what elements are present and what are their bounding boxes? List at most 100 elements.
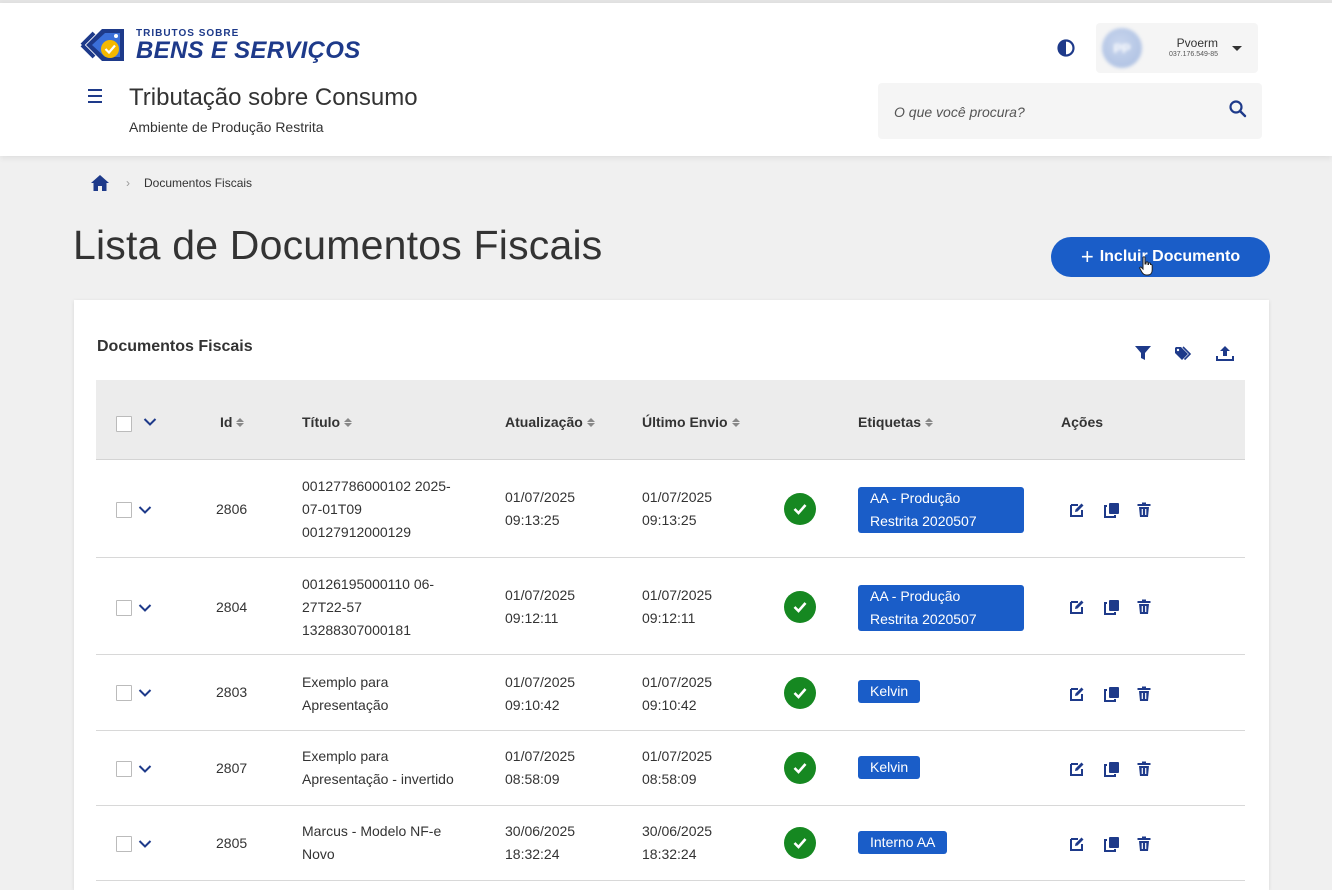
user-menu[interactable]: PP Pvoerm 037.176.549-85: [1096, 23, 1258, 73]
brand-logo[interactable]: TRIBUTOS SOBRE BENS E SERVIÇOS: [80, 23, 361, 67]
time-line: 18:32:24: [505, 846, 560, 862]
table-row[interactable]: 2806 00127786000102 2025- 07-01T09 00127…: [96, 460, 1245, 558]
copy-icon[interactable]: [1104, 502, 1120, 518]
row-checkbox[interactable]: [116, 502, 132, 518]
row-title[interactable]: 00127786000102 2025- 07-01T09 0012791200…: [302, 475, 472, 544]
date-line: 30/06/2025: [505, 823, 576, 839]
column-id[interactable]: Id: [220, 414, 245, 430]
time-line: 09:13:25: [642, 512, 697, 528]
row-checkbox[interactable]: [116, 685, 132, 701]
row-tag[interactable]: Interno AA: [858, 831, 948, 854]
trash-icon[interactable]: [1136, 502, 1152, 518]
row-tag[interactable]: AA - Produção Restrita 2020507: [858, 585, 1024, 631]
row-title[interactable]: Exemplo para Apresentação: [302, 671, 472, 717]
copy-icon[interactable]: [1104, 686, 1120, 702]
copy-icon[interactable]: [1104, 761, 1120, 777]
chevron-down-icon[interactable]: [143, 417, 157, 427]
brand-line-2: BENS E SERVIÇOS: [136, 36, 361, 64]
tags-icon[interactable]: [1174, 345, 1192, 361]
row-title-line: 07-01T09: [302, 501, 362, 517]
row-title-line: 13288307000181: [302, 622, 412, 638]
row-tag[interactable]: Kelvin: [858, 680, 921, 703]
date-line: 01/07/2025: [505, 489, 576, 505]
column-atualizacao[interactable]: Atualização: [505, 414, 595, 430]
edit-icon[interactable]: [1069, 836, 1085, 852]
edit-icon[interactable]: [1069, 686, 1085, 702]
add-document-label: Incluir Documento: [1099, 248, 1241, 265]
chevron-down-icon[interactable]: [138, 688, 152, 698]
date-line: 01/07/2025: [505, 748, 576, 764]
time-line: 09:12:11: [642, 610, 696, 626]
table-row[interactable]: 2804 00126195000110 06- 27T22-57 1328830…: [96, 558, 1245, 655]
column-titulo[interactable]: Título: [302, 414, 353, 430]
time-line: 09:10:42: [642, 697, 697, 713]
time-line: 18:32:24: [642, 846, 697, 862]
edit-icon[interactable]: [1069, 761, 1085, 777]
caret-down-icon[interactable]: [1232, 45, 1242, 51]
row-title[interactable]: 00126195000110 06- 27T22-57 132883070001…: [302, 573, 472, 642]
trash-icon[interactable]: [1136, 686, 1152, 702]
column-id-label: Id: [220, 414, 233, 430]
filter-icon[interactable]: [1134, 345, 1152, 361]
row-title-line: Marcus - Modelo NF-e: [302, 823, 442, 839]
card-title: Documentos Fiscais: [97, 338, 253, 355]
row-title-line: 00126195000110 06-: [302, 576, 435, 592]
row-tag[interactable]: AA - Produção Restrita 2020507: [858, 487, 1024, 533]
date-line: 01/07/2025: [505, 587, 576, 603]
row-tag[interactable]: Kelvin: [858, 756, 921, 779]
row-atualizacao: 01/07/2025 09:12:11: [505, 584, 605, 630]
row-atualizacao: 01/07/2025 09:10:42: [505, 671, 605, 717]
sort-icon: [731, 417, 740, 427]
sort-icon: [925, 417, 934, 427]
copy-icon[interactable]: [1104, 836, 1120, 852]
contrast-toggle-icon[interactable]: [1056, 38, 1076, 58]
row-title[interactable]: Marcus - Modelo NF-e Novo: [302, 820, 472, 866]
row-title-line: 00127912000129: [302, 524, 412, 540]
table-row[interactable]: 2807 Exemplo para Apresentação - inverti…: [96, 731, 1245, 806]
row-checkbox[interactable]: [116, 836, 132, 852]
environment-label: Ambiente de Produção Restrita: [129, 119, 324, 135]
row-checkbox[interactable]: [116, 600, 132, 616]
search-input[interactable]: [894, 101, 1214, 123]
row-id: 2803: [216, 684, 248, 700]
row-checkbox[interactable]: [116, 761, 132, 777]
time-line: 08:58:09: [642, 771, 697, 787]
chevron-down-icon[interactable]: [138, 764, 152, 774]
table-row[interactable]: 2803 Exemplo para Apresentação 01/07/202…: [96, 655, 1245, 731]
edit-icon[interactable]: [1069, 502, 1085, 518]
row-title[interactable]: Exemplo para Apresentação - invertido: [302, 745, 492, 791]
time-line: 09:13:25: [505, 512, 560, 528]
breadcrumb-current: Documentos Fiscais: [144, 176, 253, 190]
chevron-down-icon[interactable]: [138, 603, 152, 613]
hamburger-menu-icon[interactable]: [88, 89, 106, 105]
success-status-icon: [784, 493, 816, 525]
table-row[interactable]: 2805 Marcus - Modelo NF-e Novo 30/06/202…: [96, 806, 1245, 881]
select-all-checkbox[interactable]: [116, 416, 132, 432]
upload-icon[interactable]: [1216, 345, 1234, 361]
trash-icon[interactable]: [1136, 599, 1152, 615]
row-ultimo-envio: 01/07/2025 08:58:09: [642, 745, 742, 791]
column-ultimo-envio[interactable]: Último Envio: [642, 414, 740, 430]
chevron-down-icon[interactable]: [138, 505, 152, 515]
column-etiquetas[interactable]: Etiquetas: [858, 414, 934, 430]
chevron-down-icon[interactable]: [138, 839, 152, 849]
row-title-line: 27T22-57: [302, 599, 362, 615]
row-title-line: Exemplo para: [302, 748, 389, 764]
trash-icon[interactable]: [1136, 836, 1152, 852]
date-line: 01/07/2025: [505, 674, 576, 690]
chevron-right-icon: ›: [126, 176, 130, 190]
trash-icon[interactable]: [1136, 761, 1152, 777]
edit-icon[interactable]: [1069, 599, 1085, 615]
home-icon[interactable]: [90, 174, 110, 192]
documents-card: Documentos Fiscais Id Título Atualização…: [74, 300, 1269, 890]
user-avatar: PP: [1102, 28, 1142, 68]
success-status-icon: [784, 591, 816, 623]
breadcrumb: › Documentos Fiscais: [90, 174, 252, 192]
tag-line: Kelvin: [870, 683, 909, 699]
search-icon[interactable]: [1228, 99, 1248, 119]
row-id: 2805: [216, 835, 248, 851]
add-document-button[interactable]: + Incluir Documento: [1051, 237, 1270, 277]
row-id: 2804: [216, 599, 248, 615]
column-atualizacao-label: Atualização: [505, 414, 583, 430]
copy-icon[interactable]: [1104, 599, 1120, 615]
